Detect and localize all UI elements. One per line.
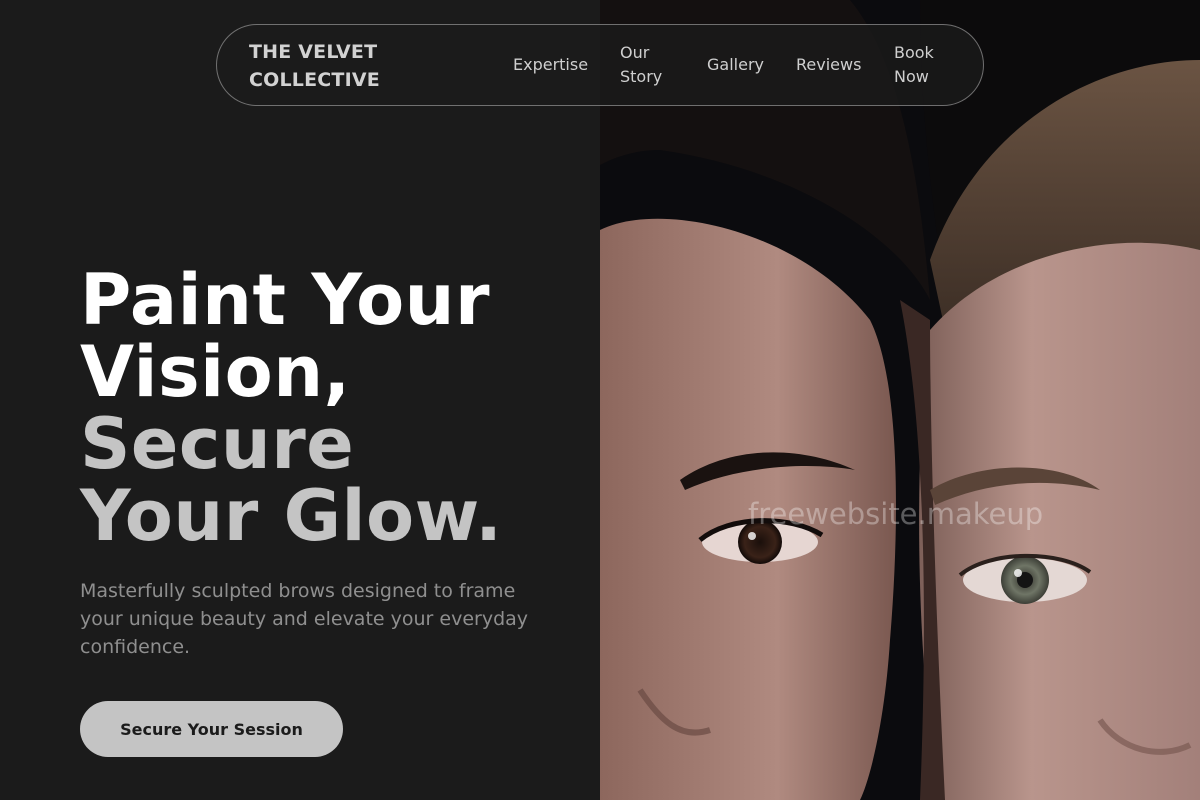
hero-subtitle: Masterfully sculpted brows designed to f…: [80, 580, 529, 658]
nav-link-our-story[interactable]: Our Story: [620, 41, 680, 89]
hero-title-line-4: Your Glow.: [80, 475, 503, 557]
hero-photo: [600, 0, 1200, 800]
hero-title-line-2: Vision,: [80, 331, 351, 413]
secure-session-button[interactable]: Secure Your Session: [80, 701, 343, 757]
hero-title: Paint Your Vision, Secure Your Glow.: [80, 264, 580, 552]
hero-title-line-1: Paint Your: [80, 259, 491, 341]
watermark-text: freewebsite.makeup: [748, 497, 1044, 531]
nav-link-reviews[interactable]: Reviews: [796, 53, 861, 77]
brand-logo-text[interactable]: THE VELVET COLLECTIVE: [249, 38, 419, 94]
hero-title-line-3: Secure: [80, 403, 355, 485]
two-faces-closeup-image: [600, 0, 1200, 800]
nav-link-expertise[interactable]: Expertise: [513, 53, 588, 77]
nav-link-gallery[interactable]: Gallery: [707, 53, 764, 77]
top-navigation-bar: THE VELVET COLLECTIVE Expertise Our Stor…: [216, 24, 984, 106]
nav-link-book-now[interactable]: Book Now: [894, 41, 954, 89]
